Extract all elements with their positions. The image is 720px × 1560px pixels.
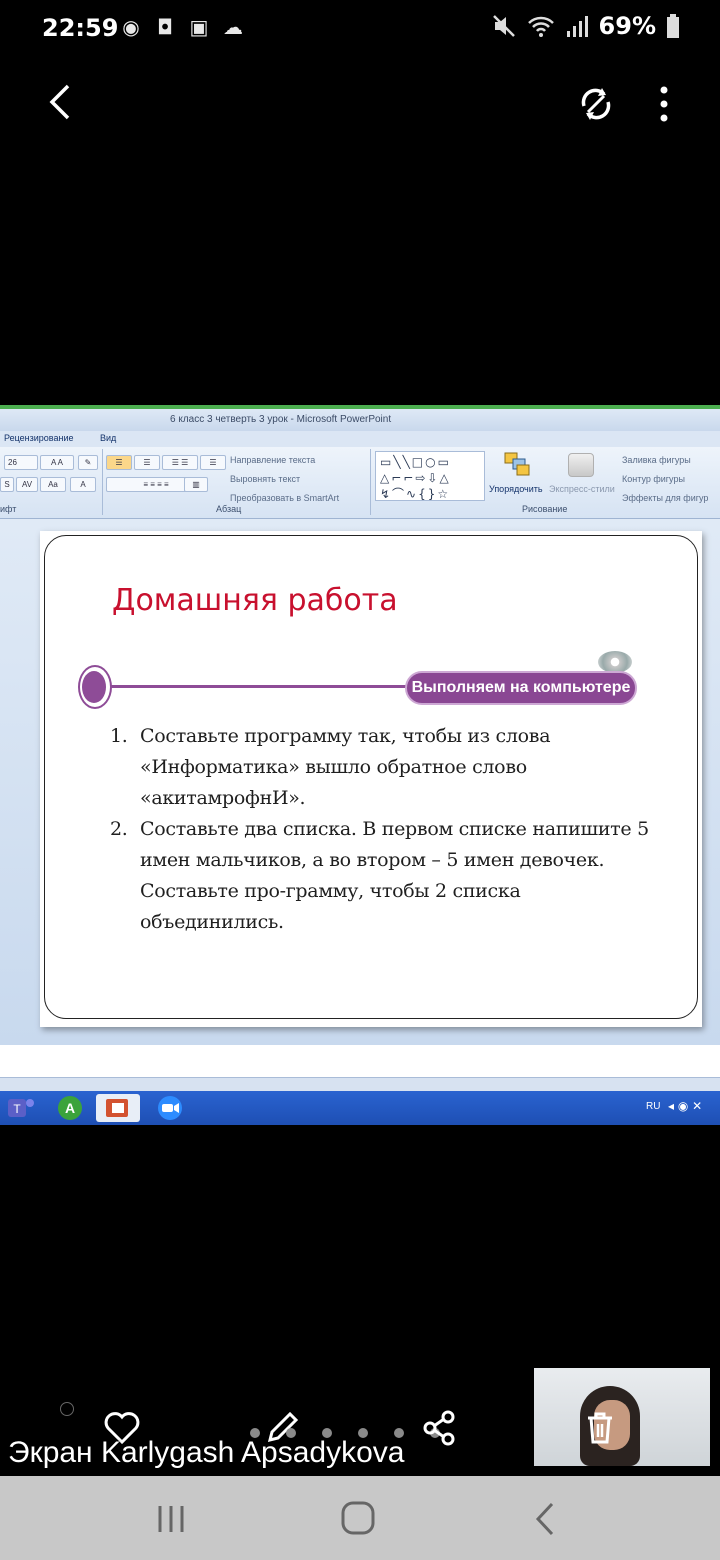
record-dot (60, 1402, 74, 1416)
arrange-button[interactable]: Упорядочить (489, 484, 543, 494)
slide[interactable]: Домашняя работа Выполняем на компьютере … (40, 531, 702, 1027)
battery-percent: 69% (598, 12, 656, 40)
indent-button[interactable]: ☰ ☰ (162, 455, 198, 470)
teams-icon[interactable]: T (0, 1094, 44, 1122)
slide-title: Домашняя работа (112, 583, 398, 618)
task-number: 2. (110, 818, 128, 840)
battery-icon (667, 14, 679, 38)
language-indicator[interactable]: RU (646, 1101, 660, 1112)
task-text: Составьте программу так, чтобы из слова … (140, 725, 551, 809)
trash-icon[interactable] (580, 1408, 620, 1448)
drawing-group-label: Рисование (522, 504, 568, 514)
font-grow-button[interactable]: A A (40, 455, 74, 470)
svg-text:T: T (13, 1102, 21, 1116)
smartart-command[interactable]: Преобразовать в SmartArt (230, 493, 339, 503)
status-bar: 22:59 ◉ ◘ ▣ ☁ 69% (0, 0, 720, 56)
shared-screen: 6 класс 3 четверть 3 урок - Microsoft Po… (0, 405, 720, 1125)
task-item: 2. Составьте два списка. В первом списке… (110, 814, 650, 938)
svg-text:A: A (65, 1100, 75, 1116)
pinterest-icon: ◉ (122, 15, 140, 39)
ribbon-separator (370, 449, 371, 515)
shape-effects-command[interactable]: Эффекты для фигур (622, 493, 708, 503)
cd-icon (598, 651, 632, 673)
notes-area (0, 1045, 720, 1077)
decor-circle-fill (82, 671, 106, 703)
tab-view[interactable]: Вид (100, 433, 116, 443)
cloud-icon: ☁ (223, 15, 243, 39)
shape-outline-command[interactable]: Контур фигуры (622, 474, 685, 484)
spacing-button[interactable]: AV (16, 477, 38, 492)
window-titlebar: 6 класс 3 четверть 3 урок - Microsoft Po… (0, 409, 720, 431)
font-color-button[interactable]: A (70, 477, 96, 492)
numbering-button[interactable]: ☰ (134, 455, 160, 470)
tab-review[interactable]: Рецензирование (4, 433, 74, 443)
nav-back-icon[interactable] (530, 1500, 560, 1538)
font-group-label: ифт (0, 504, 17, 514)
status-time: 22:59 (42, 14, 119, 42)
bullets-button[interactable]: ☰ (106, 455, 132, 470)
signal-icon (566, 16, 588, 37)
slide-editor: Домашняя работа Выполняем на компьютере … (0, 519, 720, 1045)
ribbon-separator (102, 449, 103, 515)
more-vert-icon[interactable] (644, 80, 684, 128)
back-icon[interactable] (40, 80, 84, 124)
status-scrollbar[interactable] (0, 1077, 720, 1091)
recent-apps-icon[interactable] (154, 1502, 188, 1536)
task-number: 1. (110, 725, 128, 747)
android-nav-bar (0, 1476, 720, 1560)
zoom-icon[interactable] (148, 1094, 192, 1122)
computer-task-badge: Выполняем на компьютере (405, 671, 637, 705)
font-size-select[interactable]: 26 (4, 455, 38, 470)
webcam-preview[interactable] (534, 1368, 710, 1466)
share-icon[interactable] (420, 1408, 460, 1448)
wifi-icon (527, 16, 554, 37)
shapes-gallery[interactable]: ▭╲╲□○▭ △⌐⌐⇨⇩△ ↯⌒∿{}☆ (375, 451, 485, 501)
align-text-command[interactable]: Выровнять текст (230, 474, 300, 484)
express-styles-icon (568, 453, 594, 477)
astra-icon[interactable]: A (48, 1094, 92, 1122)
shape-fill-command[interactable]: Заливка фигуры (622, 455, 691, 465)
strike-button[interactable]: S (0, 477, 14, 492)
window-title: 6 класс 3 четверть 3 урок - Microsoft Po… (170, 414, 392, 425)
arrange-icon (504, 452, 530, 476)
powerpoint-icon[interactable] (96, 1094, 140, 1122)
tray-icons[interactable]: ◂ ◉ ✕ (668, 1099, 702, 1113)
text-direction-command[interactable]: Направление текста (230, 455, 315, 465)
instagram-icon: ◘ (157, 15, 173, 39)
express-styles-button[interactable]: Экспресс-стили (549, 484, 615, 494)
ribbon: 26 A A ✎ S AV Aa A ифт ☰ ☰ ☰ ☰ ☰ ≡ ≡ ≡ ≡… (0, 447, 720, 519)
home-icon[interactable] (338, 1498, 378, 1538)
screen-owner-label: Экран Karlygash Apsadykova (8, 1436, 405, 1469)
task-item: 1. Составьте программу так, чтобы из сло… (110, 721, 650, 814)
mute-icon (492, 15, 515, 37)
system-icons: 69% (491, 12, 680, 40)
task-list: 1. Составьте программу так, чтобы из сло… (110, 721, 650, 938)
rotate-icon[interactable] (572, 80, 620, 128)
task-text: Составьте два списка. В первом списке на… (140, 818, 649, 933)
columns-button[interactable]: ▥ (184, 477, 208, 492)
ribbon-tabs: Рецензирование Вид (0, 431, 720, 447)
case-button[interactable]: Aa (40, 477, 66, 492)
paragraph-group-label: Абзац (216, 504, 242, 514)
viewer-toolbar (0, 70, 720, 134)
decor-line (100, 685, 440, 688)
windows-taskbar: T A RU ◂ ◉ ✕ (0, 1091, 720, 1125)
notification-icons: ◉ ◘ ▣ ☁ (118, 14, 246, 40)
line-spacing-button[interactable]: ☰ (200, 455, 226, 470)
clear-format-button[interactable]: ✎ (78, 455, 98, 470)
gallery-icon: ▣ (189, 15, 209, 39)
